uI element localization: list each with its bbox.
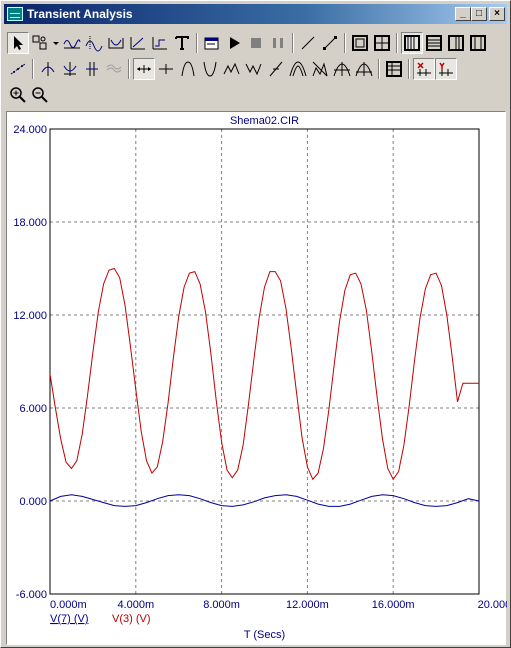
toolbar-separator xyxy=(396,33,398,53)
x-tick-label: 20.000m xyxy=(478,599,507,611)
properties-icon[interactable] xyxy=(201,32,223,54)
toolbar-separator xyxy=(32,59,34,79)
x-tick-label: 8.000m xyxy=(203,599,240,611)
global-low-icon[interactable] xyxy=(309,58,331,80)
tile-1-icon[interactable] xyxy=(401,32,423,54)
legend-entry-1[interactable]: V(7) (V) xyxy=(50,613,89,625)
top-icon[interactable] xyxy=(331,58,353,80)
y-tick-label: 24.000 xyxy=(13,124,47,136)
toolbar-separator xyxy=(344,33,346,53)
waveform-slope-icon[interactable] xyxy=(127,32,149,54)
high-icon[interactable] xyxy=(221,58,243,80)
dropdown-arrow-icon[interactable] xyxy=(51,32,61,54)
valley-icon[interactable] xyxy=(199,58,221,80)
cursor-valley-icon[interactable] xyxy=(59,58,81,80)
close-button[interactable]: × xyxy=(489,7,505,21)
transient-analysis-window: Transient Analysis _ □ × Shema02.CIR 0.0… xyxy=(0,0,511,648)
toolbar-row-3 xyxy=(7,83,51,107)
stop-icon[interactable] xyxy=(245,32,267,54)
x-tick-label: 0.000m xyxy=(50,599,87,611)
x-tick-label: 12.000m xyxy=(286,599,329,611)
pause-icon[interactable] xyxy=(267,32,289,54)
window-controls: _ □ × xyxy=(455,7,505,21)
zoom-out-icon[interactable] xyxy=(29,84,51,106)
select-shapes-icon[interactable] xyxy=(29,32,51,54)
window-icon[interactable] xyxy=(349,32,371,54)
legend-entry-2[interactable]: V(3) (V) xyxy=(112,613,151,625)
select-arrow-icon[interactable] xyxy=(7,32,29,54)
inflection-icon[interactable] xyxy=(265,58,287,80)
toolbar-row-1 xyxy=(7,31,489,55)
cursor-peak-icon[interactable] xyxy=(37,58,59,80)
tag-y-icon[interactable] xyxy=(435,58,457,80)
grid-icon[interactable] xyxy=(371,32,393,54)
low-icon[interactable] xyxy=(243,58,265,80)
x-tick-label: 16.000m xyxy=(372,599,415,611)
app-icon xyxy=(7,7,23,21)
maximize-button[interactable]: □ xyxy=(471,7,487,21)
waveform-icon[interactable] xyxy=(61,32,83,54)
point-line-icon[interactable] xyxy=(319,32,341,54)
text-T-icon[interactable] xyxy=(171,32,193,54)
toolbar-separator xyxy=(292,33,294,53)
y-tick-label: -6.000 xyxy=(16,589,47,601)
minimize-button[interactable]: _ xyxy=(455,7,471,21)
window-title: Transient Analysis xyxy=(27,7,133,21)
y-tick-label: 0.000 xyxy=(19,496,47,508)
waveform-peak-icon[interactable] xyxy=(83,32,105,54)
y-tick-label: 18.000 xyxy=(13,217,47,229)
plot-area[interactable]: Shema02.CIR 0.000m 4.000m 8.000m 12.000m 16.0… xyxy=(6,111,507,646)
cursor-left-icon[interactable] xyxy=(133,58,155,80)
x-tick-label: 4.000m xyxy=(117,599,154,611)
x-axis-label: T (Secs) xyxy=(244,629,285,641)
peak-icon[interactable] xyxy=(177,58,199,80)
cursor-right-icon[interactable] xyxy=(155,58,177,80)
toolbar-separator xyxy=(128,59,130,79)
toolbar-row-2 xyxy=(7,57,457,81)
series-line-1 xyxy=(49,494,480,507)
y-tick-label: 12.000 xyxy=(13,310,47,322)
tile-2-icon[interactable] xyxy=(423,32,445,54)
tile-3-icon[interactable] xyxy=(445,32,467,54)
table-icon[interactable] xyxy=(383,58,405,80)
series-line-2 xyxy=(49,267,479,481)
title-bar[interactable]: Transient Analysis _ □ × xyxy=(4,4,507,24)
toolbar-separator xyxy=(408,59,410,79)
cursor-low-icon[interactable] xyxy=(103,58,125,80)
global-high-icon[interactable] xyxy=(287,58,309,80)
chart-title: Shema02.CIR xyxy=(230,115,299,127)
line-icon[interactable] xyxy=(297,32,319,54)
zoom-in-icon[interactable] xyxy=(7,84,29,106)
run-icon[interactable] xyxy=(223,32,245,54)
toolbar-separator xyxy=(196,33,198,53)
tile-4-icon[interactable] xyxy=(467,32,489,54)
tag-x-icon[interactable] xyxy=(413,58,435,80)
transient-plot[interactable]: Shema02.CIR 0.000m 4.000m 8.000m 12.000m 16.0… xyxy=(7,112,507,646)
y-tick-label: 6.000 xyxy=(19,403,47,415)
waveform-valley-icon[interactable] xyxy=(105,32,127,54)
waveform-step-icon[interactable] xyxy=(149,32,171,54)
cursor-high-icon[interactable] xyxy=(81,58,103,80)
data-points-icon[interactable] xyxy=(7,58,29,80)
bottom-icon[interactable] xyxy=(353,58,375,80)
toolbar-separator xyxy=(378,59,380,79)
